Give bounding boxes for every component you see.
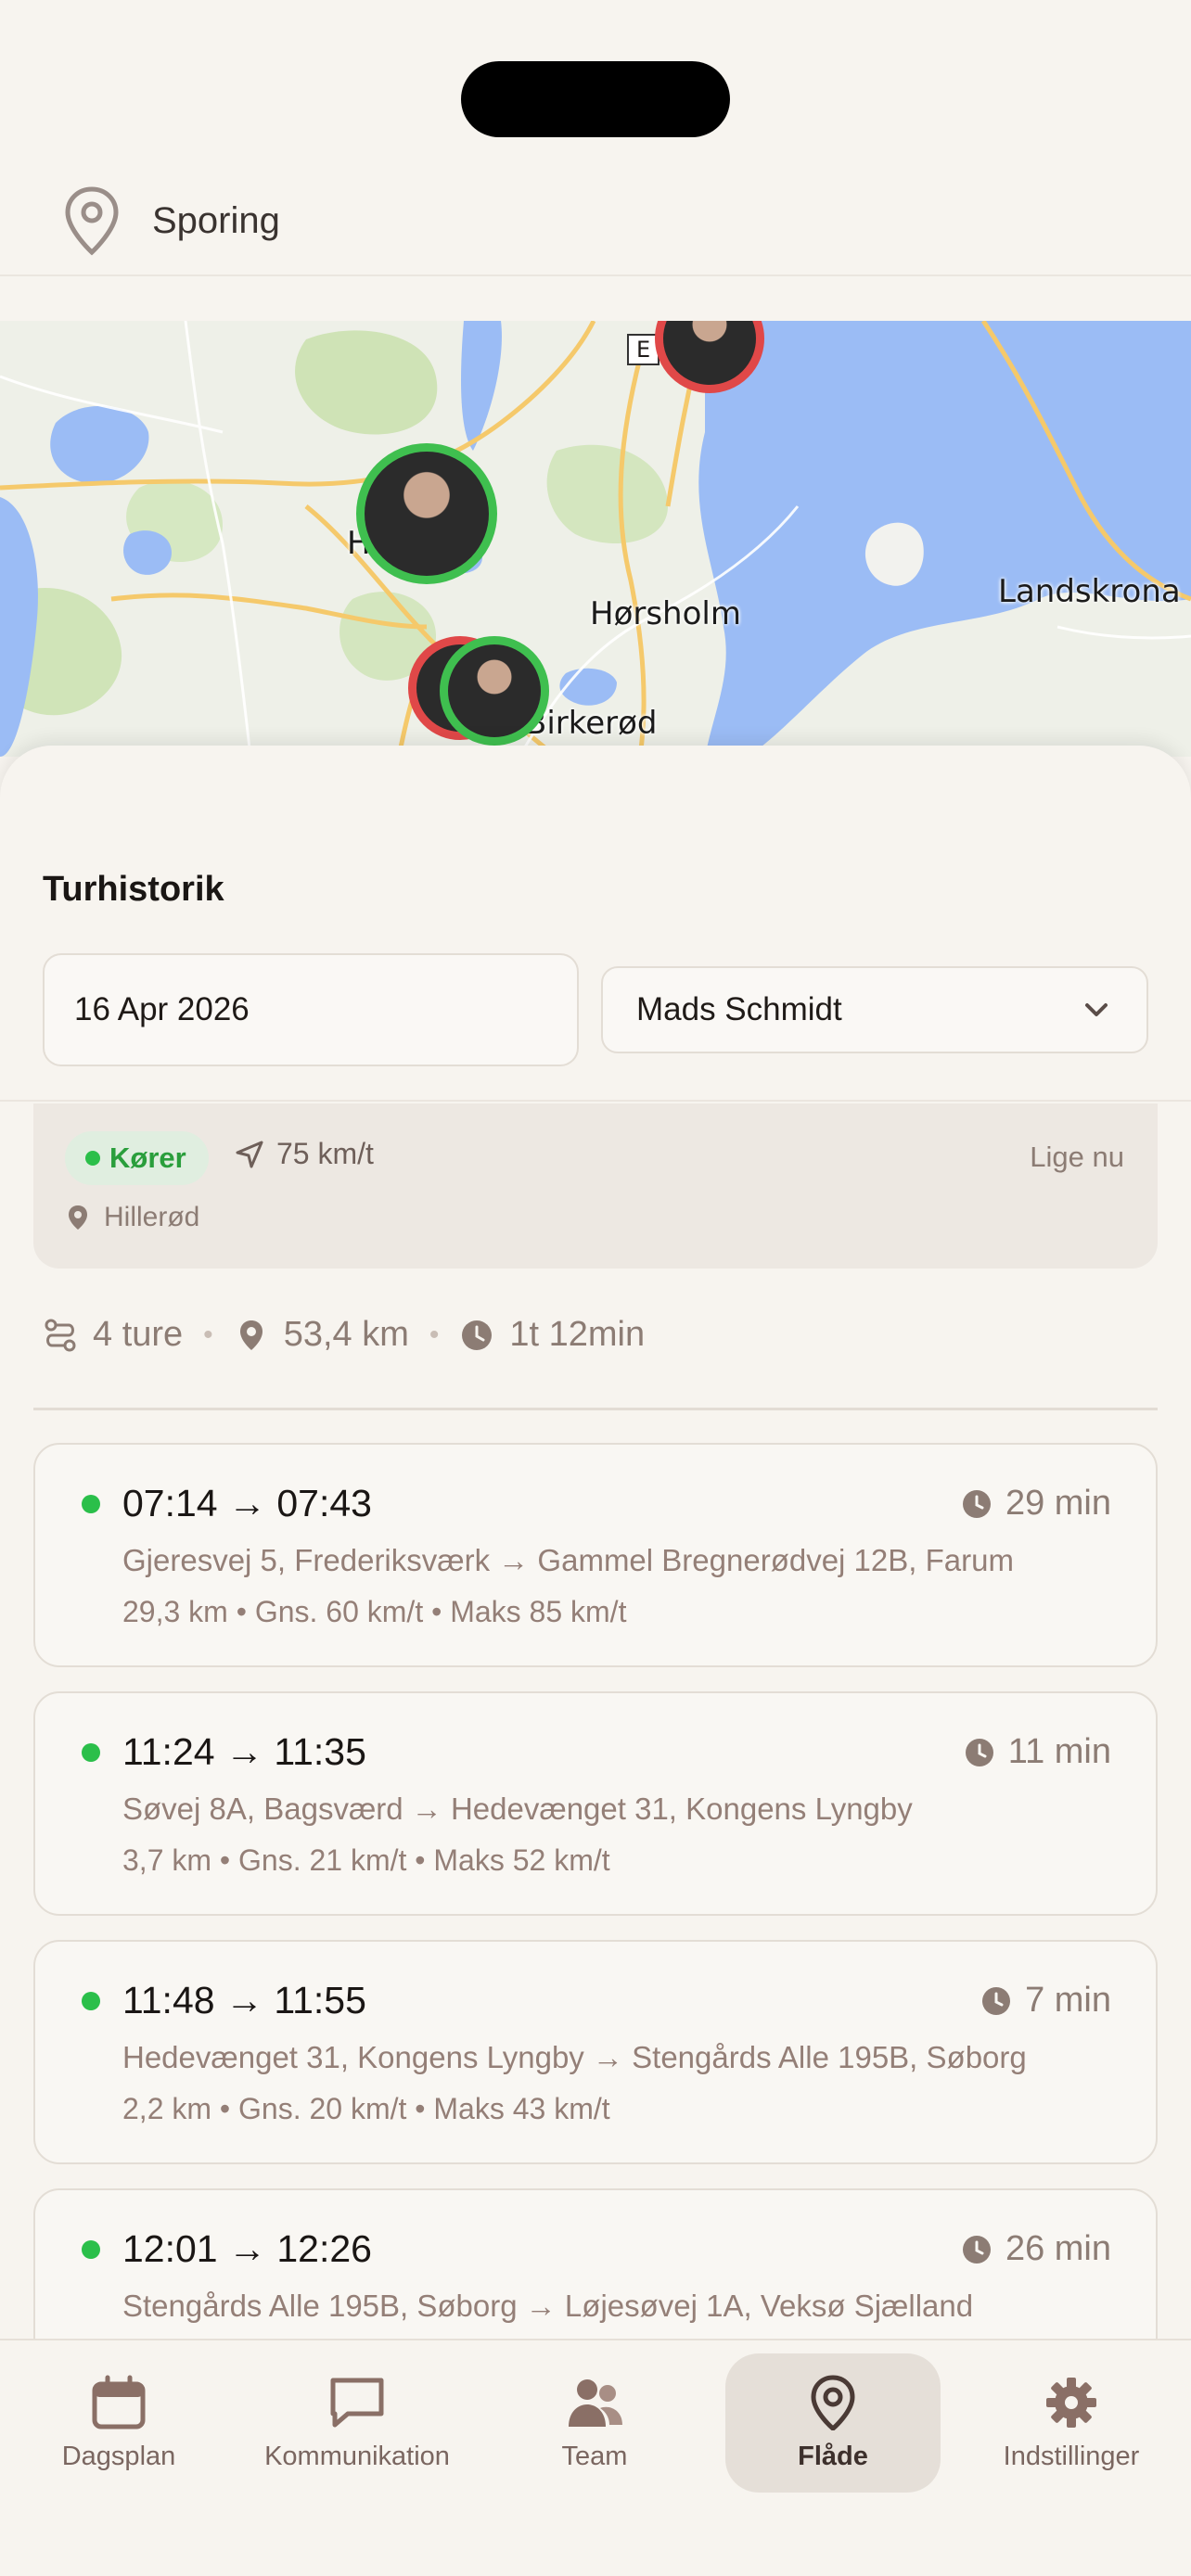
current-location-value: Hillerød: [104, 1202, 200, 1232]
current-location: Hillerød: [67, 1202, 199, 1233]
location-pin-icon: [239, 1320, 263, 1350]
summary-trips: 4 ture: [43, 1315, 183, 1355]
map-label-landskrona: Landskrona: [998, 573, 1181, 610]
trip-time: 07:14 → 07:43: [122, 1482, 372, 1524]
calendar-icon: [92, 2375, 146, 2429]
chevron-down-icon: [1085, 1003, 1108, 1016]
trip-card[interactable]: 11:48 → 11:55 7 min Hedevænget 31, Konge…: [33, 1940, 1158, 2164]
gear-icon: [1046, 2377, 1096, 2428]
summary-distance-value: 53,4 km: [283, 1315, 409, 1354]
trip-duration: 7 min: [980, 1981, 1111, 2021]
trip-summary: 4 ture • 53,4 km • 1t 12min: [43, 1315, 645, 1355]
status-time: Lige nu: [1030, 1141, 1124, 1173]
tab-kommunikation[interactable]: Kommunikation: [247, 2353, 467, 2493]
trip-history-sheet: Turhistorik 16 Apr 2026 Mads Schmidt Kør…: [0, 746, 1191, 2413]
trip-route: Hedevænget 31, Kongens Lyngby → Stengård…: [122, 2040, 1027, 2074]
date-picker-field[interactable]: 16 Apr 2026: [43, 953, 579, 1066]
trip-meta: 29,3 km • Gns. 60 km/t • Maks 85 km/t: [122, 1595, 627, 1628]
clock-icon: [962, 1489, 991, 1518]
bottom-tab-bar: Dagsplan Kommunikation Team Flåde Indsti…: [0, 2339, 1191, 2576]
tab-label: Kommunikation: [264, 2441, 450, 2471]
map-label-horsholm: Hørsholm: [590, 595, 741, 632]
trip-meta: 3,7 km • Gns. 21 km/t • Maks 52 km/t: [122, 1843, 610, 1877]
trip-duration-value: 26 min: [1005, 2229, 1111, 2268]
trip-status-dot: [82, 1495, 100, 1513]
trip-duration: 26 min: [961, 2229, 1111, 2269]
dynamic-island: [461, 61, 730, 137]
trip-time: 12:01 → 12:26: [122, 2227, 372, 2270]
tab-label: Flåde: [798, 2441, 868, 2471]
divider: [33, 1408, 1158, 1410]
summary-duration-value: 1t 12min: [509, 1315, 646, 1354]
trip-card[interactable]: 07:14 → 07:43 29 min Gjeresvej 5, Freder…: [33, 1443, 1158, 1667]
location-pin-icon: [811, 2374, 855, 2430]
team-icon: [569, 2378, 622, 2427]
tracking-map[interactable]: E Hørsholm Landskrona Birkerød H: [0, 321, 1191, 757]
location-pin-icon: [69, 1205, 87, 1230]
map-canvas: [0, 321, 1191, 757]
trip-route: Søvej 8A, Bagsværd → Hedevænget 31, Kong…: [122, 1792, 913, 1826]
driver-marker-green[interactable]: [356, 443, 497, 584]
summary-trips-value: 4 ture: [93, 1315, 184, 1354]
location-pin-icon: [65, 186, 119, 256]
clock-icon: [965, 1738, 993, 1766]
trip-status-dot: [82, 2240, 100, 2259]
current-speed-value: 75 km/t: [276, 1137, 374, 1170]
clock-icon: [462, 1320, 493, 1350]
summary-duration: 1t 12min: [459, 1315, 645, 1355]
trip-duration-value: 29 min: [1005, 1484, 1111, 1523]
driver-select-value: Mads Schmidt: [636, 991, 842, 1027]
current-speed: 75 km/t: [234, 1137, 374, 1171]
live-status-card: Kører 75 km/t Lige nu Hillerød: [33, 1103, 1158, 1269]
tab-label: Indstillinger: [1003, 2441, 1140, 2471]
separator-dot: •: [203, 1319, 213, 1350]
trip-meta: 2,2 km • Gns. 20 km/t • Maks 43 km/t: [122, 2092, 610, 2125]
tab-indstillinger[interactable]: Indstillinger: [983, 2353, 1159, 2493]
driver-select[interactable]: Mads Schmidt: [601, 966, 1148, 1053]
trip-duration-value: 7 min: [1025, 1981, 1111, 2020]
section-title: Turhistorik: [43, 870, 224, 909]
tab-label: Dagsplan: [61, 2441, 176, 2471]
chat-bubble-icon: [330, 2378, 384, 2427]
header: Sporing: [0, 167, 1191, 276]
separator-dot: •: [429, 1319, 440, 1350]
tab-team[interactable]: Team: [506, 2353, 683, 2493]
trip-time: 11:24 → 11:35: [122, 1730, 366, 1773]
divider: [0, 1100, 1191, 1102]
trip-time: 11:48 → 11:55: [122, 1979, 366, 2021]
clock-icon: [962, 2235, 991, 2264]
status-badge: Kører: [65, 1131, 209, 1185]
trip-duration: 11 min: [964, 1732, 1111, 1772]
trip-duration-value: 11 min: [1007, 1732, 1111, 1771]
trip-card[interactable]: 11:24 → 11:35 11 min Søvej 8A, Bagsværd …: [33, 1691, 1158, 1916]
trip-route: Stengårds Alle 195B, Søborg → Løjesøvej …: [122, 2289, 974, 2323]
summary-distance: 53,4 km: [234, 1315, 409, 1355]
status-dot: [85, 1151, 100, 1166]
trip-status-dot: [82, 1992, 100, 2010]
route-icon: [45, 1319, 76, 1351]
trip-duration: 29 min: [961, 1484, 1111, 1524]
status-badge-label: Kører: [109, 1141, 186, 1174]
clock-icon: [982, 1986, 1011, 2015]
page-title: Sporing: [152, 199, 280, 241]
trip-route: Gjeresvej 5, Frederiksværk → Gammel Breg…: [122, 1543, 1014, 1577]
tab-dagsplan[interactable]: Dagsplan: [28, 2353, 210, 2493]
tab-flade[interactable]: Flåde: [725, 2353, 941, 2493]
trip-status-dot: [82, 1743, 100, 1762]
tab-label: Team: [561, 2441, 628, 2471]
navigation-arrow-icon: [236, 1141, 263, 1167]
driver-marker-green[interactable]: [440, 636, 549, 746]
